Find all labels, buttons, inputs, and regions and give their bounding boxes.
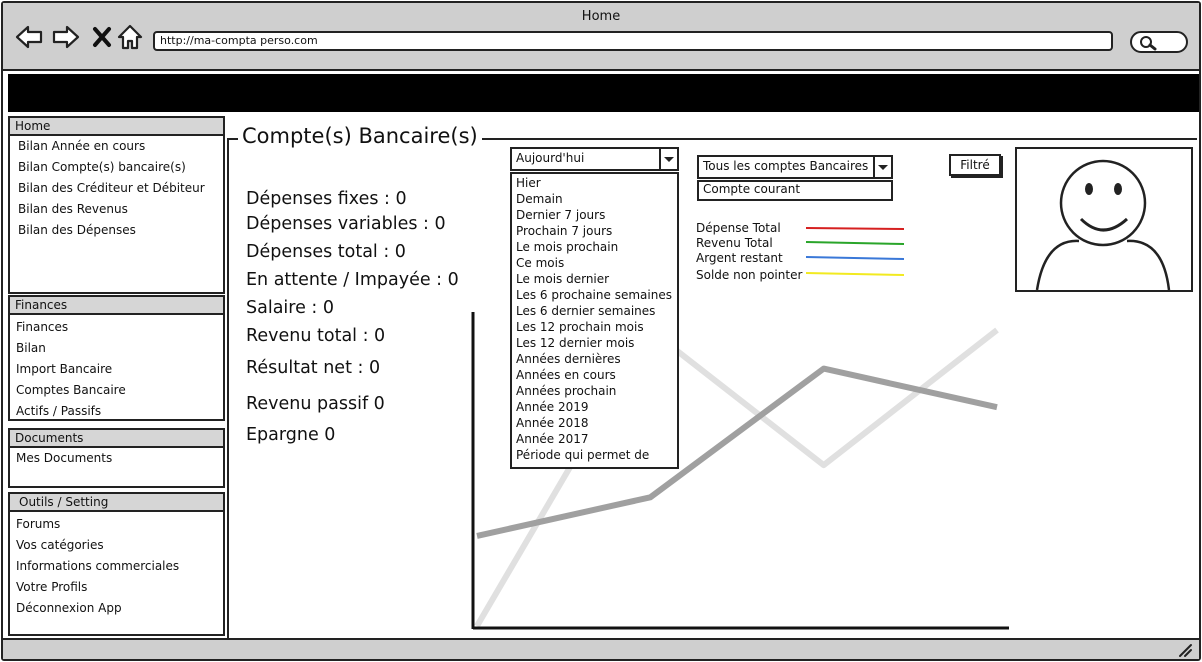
- period-option[interactable]: Dernier 7 jours: [516, 208, 605, 222]
- resize-grip-icon[interactable]: [1177, 642, 1193, 658]
- page-title: Compte(s) Bancaire(s): [238, 124, 482, 148]
- sidebar-item-bilan-comptes[interactable]: Bilan Compte(s) bancaire(s): [18, 159, 205, 180]
- sidebar-item-bilan-revenus[interactable]: Bilan des Revenus: [18, 201, 205, 222]
- period-option[interactable]: Les 6 dernier semaines: [516, 304, 655, 318]
- period-dropdown-list: Hier Demain Dernier 7 jours Prochain 7 j…: [510, 172, 679, 469]
- period-option[interactable]: Années prochain: [516, 384, 616, 398]
- window-title: Home: [581, 9, 621, 24]
- period-option[interactable]: Les 12 prochain mois: [516, 320, 644, 334]
- sidebar-item-comptes-bancaire[interactable]: Comptes Bancaire: [16, 382, 126, 403]
- browser-search-box[interactable]: [1130, 31, 1188, 53]
- filter-button[interactable]: Filtré: [949, 154, 1001, 176]
- period-option[interactable]: Le mois dernier: [516, 272, 609, 286]
- home-icon[interactable]: [116, 23, 144, 51]
- sidebar-item-finances[interactable]: Finances: [16, 319, 126, 340]
- url-bar[interactable]: http://ma-compta perso.com: [153, 31, 1113, 51]
- period-option[interactable]: Ce mois: [516, 256, 564, 270]
- panel-header: Documents: [10, 430, 223, 448]
- legend-label: Revenu Total: [696, 236, 773, 250]
- sidebar-item-profils[interactable]: Votre Profils: [16, 579, 179, 600]
- period-option[interactable]: Les 6 prochaine semaines: [516, 288, 672, 302]
- stat-en-attente: En attente / Impayée : 0: [246, 270, 459, 290]
- sidebar-item-bilan-depenses[interactable]: Bilan des Dépenses: [18, 222, 205, 243]
- legend-swatch: [805, 227, 905, 230]
- close-icon[interactable]: [88, 23, 116, 51]
- account-select[interactable]: Tous les comptes Bancaires: [697, 155, 893, 179]
- period-option[interactable]: Année 2017: [516, 432, 589, 446]
- account-sub-option[interactable]: Compte courant: [697, 180, 893, 201]
- sidebar-item-actifs-passifs[interactable]: Actifs / Passifs: [16, 403, 126, 424]
- forward-arrow-icon[interactable]: [52, 23, 80, 51]
- period-option[interactable]: Année 2018: [516, 416, 589, 430]
- stat-revenu-passif: Revenu passif 0: [246, 394, 385, 414]
- period-option[interactable]: Les 12 dernier mois: [516, 336, 634, 350]
- account-select-value: Tous les comptes Bancaires: [703, 159, 869, 173]
- stat-depenses-fixes: Dépenses fixes : 0: [246, 189, 407, 209]
- panel-header: Finances: [10, 297, 223, 315]
- sidebar-item-bilan-annee[interactable]: Bilan Année en cours: [18, 138, 205, 159]
- top-banner: [8, 74, 1199, 112]
- chevron-down-icon[interactable]: [659, 149, 677, 169]
- period-option[interactable]: Hier: [516, 176, 541, 190]
- status-bar: [3, 638, 1199, 659]
- legend-swatch: [805, 256, 905, 260]
- legend-label: Dépense Total: [696, 221, 781, 235]
- period-option[interactable]: Années dernières: [516, 352, 621, 366]
- legend-label: Argent restant: [696, 251, 783, 265]
- sidebar-item-deconnexion[interactable]: Déconnexion App: [16, 600, 179, 621]
- back-arrow-icon[interactable]: [15, 23, 43, 51]
- sidebar-panel-documents: Documents Mes Documents: [8, 428, 225, 488]
- period-select[interactable]: Aujourd'hui: [510, 147, 679, 171]
- search-icon: [1140, 36, 1157, 51]
- sidebar-item-bilan-crediteur[interactable]: Bilan des Créditeur et Débiteur: [18, 180, 205, 201]
- stat-resultat-net: Résultat net : 0: [246, 358, 381, 378]
- legend-swatch: [805, 272, 905, 276]
- sidebar-panel-home: Home Bilan Année en cours Bilan Compte(s…: [8, 116, 225, 294]
- period-option[interactable]: Le mois prochain: [516, 240, 618, 254]
- sidebar-item-mes-documents[interactable]: Mes Documents: [16, 450, 112, 471]
- period-option[interactable]: Demain: [516, 192, 563, 206]
- avatar-image: [1015, 147, 1193, 292]
- legend-swatches: [805, 227, 905, 276]
- legend-swatch: [805, 241, 905, 245]
- sidebar-item-import-bancaire[interactable]: Import Bancaire: [16, 361, 126, 382]
- sidebar-item-informations[interactable]: Informations commerciales: [16, 558, 179, 579]
- sidebar-panel-outils: Outils / Setting Forums Vos catégories I…: [8, 492, 225, 636]
- sidebar-item-bilan[interactable]: Bilan: [16, 340, 126, 361]
- stat-depenses-total: Dépenses total : 0: [246, 242, 406, 262]
- period-option[interactable]: Période qui permet de: [516, 448, 649, 462]
- period-option[interactable]: Années en cours: [516, 368, 616, 382]
- smiley-avatar-icon: [1035, 159, 1171, 291]
- panel-header: Home: [10, 118, 223, 136]
- period-option[interactable]: Prochain 7 jours: [516, 224, 612, 238]
- panel-header: Outils / Setting: [10, 494, 223, 512]
- sidebar-panel-finances: Finances Finances Bilan Import Bancaire …: [8, 295, 225, 421]
- stat-epargne: Epargne 0: [246, 425, 336, 445]
- chevron-down-icon[interactable]: [873, 157, 891, 177]
- legend-label: Solde non pointer: [696, 268, 803, 282]
- period-select-value: Aujourd'hui: [516, 151, 585, 165]
- stat-salaire: Salaire : 0: [246, 298, 335, 318]
- sidebar-item-categories[interactable]: Vos catégories: [16, 537, 179, 558]
- stat-depenses-variables: Dépenses variables : 0: [246, 214, 446, 234]
- sidebar-item-forums[interactable]: Forums: [16, 516, 179, 537]
- period-option[interactable]: Année 2019: [516, 400, 589, 414]
- stat-revenu-total: Revenu total : 0: [246, 326, 386, 346]
